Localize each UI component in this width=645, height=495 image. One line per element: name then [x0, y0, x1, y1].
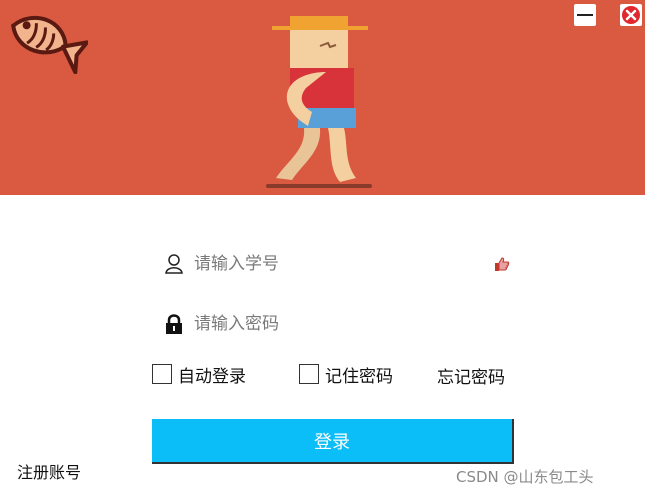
mascot-illustration — [266, 16, 372, 188]
user-icon — [165, 254, 183, 274]
minimize-button[interactable] — [574, 4, 596, 26]
thumbs-up-icon[interactable] — [494, 256, 510, 272]
checkbox-box[interactable] — [152, 364, 172, 384]
login-button[interactable]: 登录 — [152, 419, 514, 464]
auto-login-label: 自动登录 — [178, 366, 246, 387]
checkbox-box[interactable] — [299, 364, 319, 384]
close-button[interactable] — [620, 4, 642, 26]
password-input[interactable] — [194, 308, 484, 340]
forgot-password-link[interactable]: 忘记密码 — [437, 363, 505, 388]
header-banner — [0, 0, 645, 195]
fish-icon — [11, 15, 88, 74]
remember-password-label: 记住密码 — [325, 366, 393, 387]
lock-icon — [166, 314, 182, 334]
watermark: CSDN @山东包工头 — [456, 468, 594, 486]
register-link[interactable]: 注册账号 — [17, 459, 81, 483]
student-id-input[interactable] — [194, 248, 484, 280]
remember-password-checkbox[interactable]: 记住密码 — [299, 363, 393, 387]
auto-login-checkbox[interactable]: 自动登录 — [152, 363, 246, 387]
student-id-field — [160, 248, 520, 280]
password-field — [160, 308, 520, 340]
